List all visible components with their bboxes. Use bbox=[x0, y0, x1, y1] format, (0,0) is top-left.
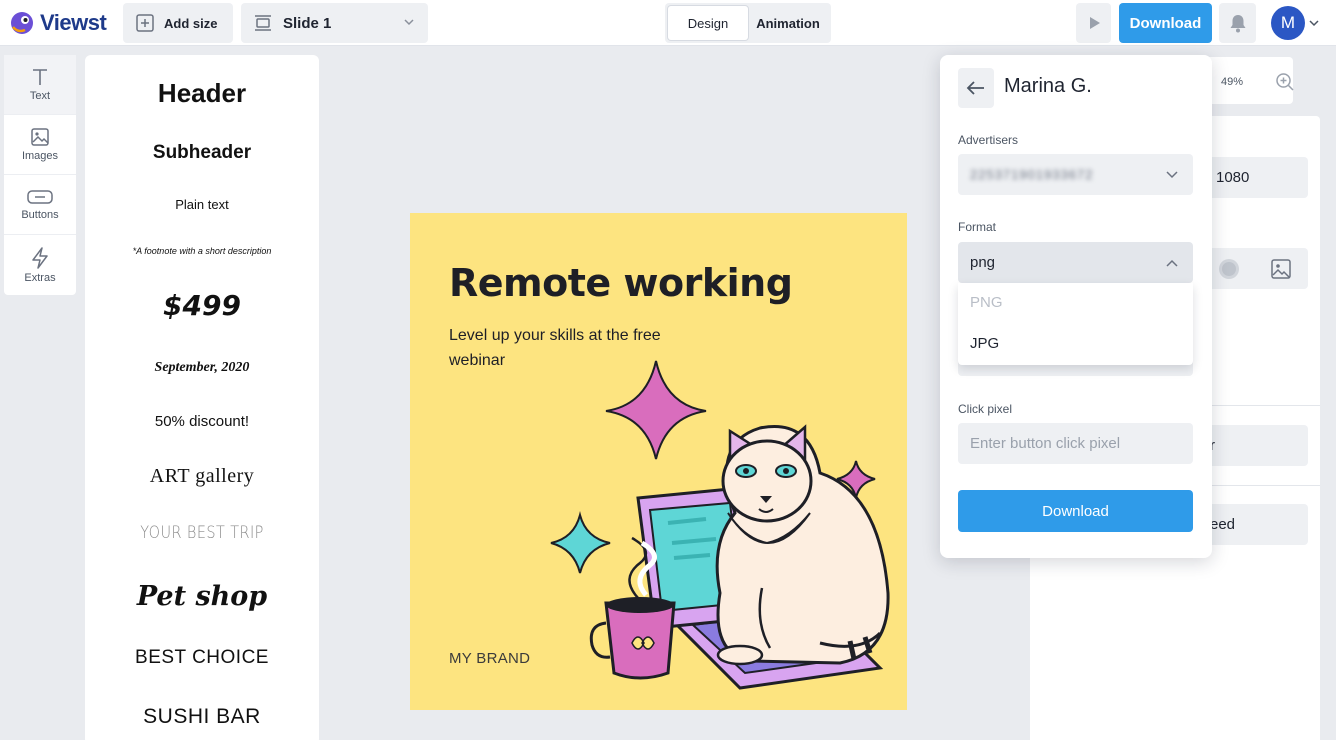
canvas-subtitle[interactable]: Level up your skills at the free webinar bbox=[449, 323, 669, 373]
notifications-button[interactable] bbox=[1219, 3, 1256, 43]
avatar[interactable]: M bbox=[1271, 6, 1305, 40]
chevron-up-icon bbox=[1166, 259, 1178, 267]
slide-label: Slide 1 bbox=[283, 14, 332, 32]
image-icon bbox=[31, 128, 49, 146]
rail-item-extras[interactable]: Extras bbox=[4, 235, 76, 295]
slide-canvas[interactable]: Remote working Level up your skills at t… bbox=[410, 213, 907, 710]
canvas-headline[interactable]: Remote working bbox=[449, 261, 793, 305]
format-option-jpg[interactable]: JPG bbox=[970, 335, 999, 352]
download-submit-button[interactable]: Download bbox=[958, 490, 1193, 532]
play-icon bbox=[1089, 17, 1100, 29]
rail-label: Extras bbox=[24, 271, 56, 284]
rail-item-images[interactable]: Images bbox=[4, 115, 76, 175]
chevron-down-icon[interactable] bbox=[1308, 17, 1320, 29]
download-popover: Marina G. Advertisers 225371901933672 Fo… bbox=[940, 55, 1212, 558]
arrow-left-icon bbox=[966, 81, 984, 95]
preset-plain-text[interactable]: Plain text bbox=[85, 197, 319, 212]
rail-label: Images bbox=[21, 150, 59, 162]
preset-price[interactable]: $499 bbox=[85, 289, 319, 322]
play-button[interactable] bbox=[1076, 3, 1111, 43]
advertiser-value: 225371901933672 bbox=[970, 167, 1094, 182]
app-name: Viewst bbox=[40, 10, 107, 35]
add-size-button[interactable]: Add size bbox=[123, 3, 233, 43]
background-type-field bbox=[1200, 248, 1308, 289]
rail-label: Buttons bbox=[21, 209, 59, 221]
rail-item-buttons[interactable]: Buttons bbox=[4, 175, 76, 235]
format-label: Format bbox=[958, 220, 997, 234]
rail-label: Text bbox=[29, 90, 51, 102]
slide-selector[interactable]: Slide 1 bbox=[241, 3, 428, 43]
download-button[interactable]: Download bbox=[1119, 3, 1212, 43]
chevron-down-icon bbox=[404, 19, 414, 26]
preset-best-trip[interactable]: YOUR BEST TRIP bbox=[103, 523, 302, 543]
format-value: png bbox=[970, 254, 996, 271]
account-name: Marina G. bbox=[1004, 75, 1092, 97]
height-value: 1080 bbox=[1216, 169, 1250, 186]
preset-date[interactable]: September, 2020 bbox=[85, 360, 319, 376]
zoom-level[interactable]: 49% bbox=[1221, 76, 1243, 88]
format-option-png[interactable]: PNG bbox=[970, 294, 1003, 311]
preset-art-gallery[interactable]: ART gallery bbox=[85, 465, 319, 488]
prop-option-1[interactable]: r bbox=[1200, 425, 1308, 466]
zoom-in-icon[interactable] bbox=[1275, 72, 1295, 92]
text-presets-panel: Header Subheader Plain text *A footnote … bbox=[85, 55, 319, 740]
tab-animation[interactable]: Animation bbox=[748, 6, 828, 40]
height-field[interactable]: 1080 bbox=[1200, 157, 1308, 198]
add-size-label: Add size bbox=[164, 15, 218, 31]
advertisers-label: Advertisers bbox=[958, 133, 1019, 147]
text-icon bbox=[33, 69, 47, 85]
back-button[interactable] bbox=[958, 68, 994, 108]
prop-option-2-label: eed bbox=[1210, 516, 1236, 533]
preset-pet-shop[interactable]: Pet shop bbox=[85, 581, 319, 612]
preset-subheader[interactable]: Subheader bbox=[85, 142, 319, 164]
format-dropdown: PNG JPG bbox=[958, 283, 1193, 365]
canvas-brand[interactable]: MY BRAND bbox=[449, 650, 530, 667]
app-logo[interactable]: Viewst bbox=[8, 8, 107, 38]
preset-best-choice[interactable]: BEST CHOICE bbox=[85, 647, 319, 669]
bell-icon bbox=[1230, 15, 1245, 33]
rail-item-text[interactable]: Text bbox=[4, 55, 76, 115]
radial-fill-icon[interactable] bbox=[1217, 257, 1241, 281]
tool-rail: Text Images Buttons Extras bbox=[4, 55, 76, 295]
plus-square-icon bbox=[136, 14, 154, 32]
format-select[interactable]: png bbox=[958, 242, 1193, 283]
image-fill-icon[interactable] bbox=[1270, 258, 1292, 280]
click-pixel-label: Click pixel bbox=[958, 402, 1013, 416]
preset-header[interactable]: Header bbox=[85, 78, 319, 109]
advertisers-select[interactable]: 225371901933672 bbox=[958, 154, 1193, 195]
lightning-icon bbox=[32, 246, 48, 269]
preset-discount[interactable]: 50% discount! bbox=[85, 413, 319, 430]
mode-switch: Design Animation bbox=[665, 3, 831, 43]
click-pixel-field[interactable]: Enter button click pixel bbox=[958, 423, 1193, 464]
click-pixel-placeholder: Enter button click pixel bbox=[970, 435, 1121, 452]
preset-footnote[interactable]: *A footnote with a short description bbox=[85, 246, 319, 256]
chameleon-logo-icon bbox=[11, 12, 33, 34]
tab-design[interactable]: Design bbox=[668, 6, 748, 40]
prop-option-2[interactable]: eed bbox=[1200, 504, 1308, 545]
top-toolbar: Viewst Add size Slide 1 Design Animation… bbox=[0, 0, 1336, 46]
button-icon bbox=[27, 190, 53, 204]
slide-icon bbox=[255, 15, 271, 31]
preset-sushi-bar[interactable]: SUSHI BAR bbox=[85, 705, 319, 729]
chevron-down-icon bbox=[1166, 171, 1178, 179]
